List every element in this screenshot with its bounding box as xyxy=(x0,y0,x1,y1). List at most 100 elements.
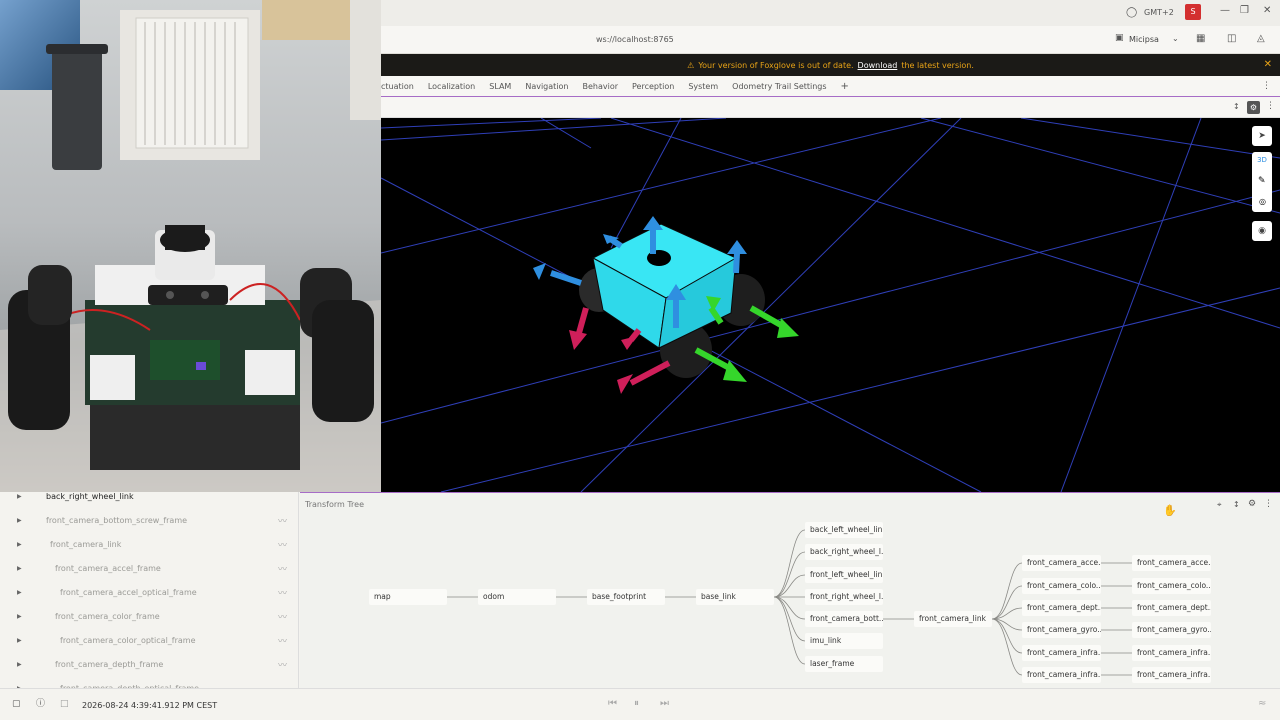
tf-node-camera-grandchild[interactable]: front_camera_acce... xyxy=(1132,555,1211,571)
right-sidebar-toggle-icon[interactable]: ◬ xyxy=(1257,34,1265,44)
3d-panel-header: ↕ ⚙ ⋮ xyxy=(381,97,1280,118)
data-source-icon[interactable]: ▢ xyxy=(12,700,21,709)
tf-node-front-right-wheel[interactable]: front_right_wheel_l... xyxy=(805,589,883,605)
list-item[interactable]: ▶ front_camera_accel_frame 〰 xyxy=(0,556,298,580)
add-tab-icon[interactable]: + xyxy=(834,81,856,92)
panel-menu-icon[interactable]: ⋮ xyxy=(1266,102,1275,111)
tab-localization[interactable]: Localization xyxy=(421,82,482,91)
pause-icon[interactable]: ⏸ xyxy=(634,699,639,709)
frame-name: front_camera_accel_optical_frame xyxy=(60,587,197,597)
list-item[interactable]: ▶ front_camera_accel_optical_frame 〰 xyxy=(0,580,298,604)
connection-url[interactable]: ws://localhost:8765 xyxy=(596,35,674,44)
tf-node-back-right-wheel[interactable]: back_right_wheel_l... xyxy=(805,544,883,560)
tf-node-camera-child[interactable]: front_camera_gyro... xyxy=(1022,622,1101,638)
tf-node-front-camera-bottom[interactable]: front_camera_bott... xyxy=(805,611,883,627)
expand-arrow-icon[interactable]: ▶ xyxy=(17,613,22,620)
tf-node-base-footprint[interactable]: base_footprint xyxy=(587,589,665,605)
download-link[interactable]: Download xyxy=(858,61,898,70)
maximize-icon[interactable]: ❐ xyxy=(1240,6,1249,16)
tf-node-camera-grandchild[interactable]: front_camera_colo... xyxy=(1132,578,1211,594)
frame-name: front_camera_link xyxy=(50,539,122,549)
expand-arrow-icon[interactable]: ▶ xyxy=(17,541,22,548)
tab-menu-icon[interactable]: ⋮ xyxy=(1262,81,1271,91)
tab-odometry-trail-settings[interactable]: Odometry Trail Settings xyxy=(725,82,833,91)
recenter-icon[interactable]: ◉ xyxy=(1252,221,1272,241)
speed-icon[interactable]: ≈ xyxy=(1258,699,1266,709)
frame-name: front_camera_color_optical_frame xyxy=(60,635,196,645)
expand-arrow-icon[interactable]: ▶ xyxy=(17,589,22,596)
seek-forward-icon[interactable]: ⏭ xyxy=(660,699,669,709)
fullscreen-icon[interactable]: ↕ xyxy=(1233,103,1240,111)
tf-node-imu-link[interactable]: imu_link xyxy=(805,633,883,649)
seek-backward-icon[interactable]: ⏮ xyxy=(608,699,617,709)
3d-scene-viewport[interactable]: ➤ 3D ✎ ◎ ◉ xyxy=(381,118,1280,492)
frame-name: back_right_wheel_link xyxy=(46,492,134,501)
transform-tree-panel: Transform Tree ✋ ⌖ ↕ ⚙ ⋮ map odom base_f… xyxy=(300,492,1280,688)
panel-settings-icon[interactable]: ⚙ xyxy=(1247,101,1260,114)
expand-arrow-icon[interactable]: ▶ xyxy=(17,517,22,524)
tf-node-camera-child[interactable]: front_camera_dept... xyxy=(1022,600,1101,616)
publish-point-icon[interactable]: ◎ xyxy=(1259,197,1266,206)
list-item[interactable]: ▶ back_right_wheel_link xyxy=(0,492,298,508)
info-icon[interactable]: ⓘ xyxy=(36,700,45,709)
wave-icon: 〰 xyxy=(277,516,287,527)
layout-tabs: ctuation Localization SLAM Navigation Be… xyxy=(381,76,1280,97)
list-item[interactable]: ▶ front_camera_color_optical_frame 〰 xyxy=(0,628,298,652)
minimize-icon[interactable]: — xyxy=(1220,6,1230,16)
tf-node-camera-grandchild[interactable]: front_camera_gyro... xyxy=(1132,622,1211,638)
frame-name: front_camera_color_frame xyxy=(55,611,160,621)
tf-node-camera-child[interactable]: front_camera_infra... xyxy=(1022,645,1101,661)
tf-node-camera-grandchild[interactable]: front_camera_infra... xyxy=(1132,667,1211,683)
expand-arrow-icon[interactable]: ▶ xyxy=(17,565,22,572)
robot-photo xyxy=(0,0,381,492)
banner-close-icon[interactable]: ✕ xyxy=(1264,59,1272,70)
list-item[interactable]: ▶ front_camera_link 〰 xyxy=(0,532,298,556)
tf-node-camera-child[interactable]: front_camera_acce... xyxy=(1022,555,1101,571)
banner-suffix: the latest version. xyxy=(901,60,974,70)
playback-timestamp: 2026-08-24 4:39:41.912 PM CEST xyxy=(82,701,218,710)
list-item[interactable]: ▶ front_camera_bottom_screw_frame 〰 xyxy=(0,508,298,532)
tab-slam[interactable]: SLAM xyxy=(482,82,518,91)
globe-icon[interactable]: ◯ xyxy=(1126,8,1137,18)
tf-node-camera-grandchild[interactable]: front_camera_infra... xyxy=(1132,645,1211,661)
tf-node-laser-frame[interactable]: laser_frame xyxy=(805,656,883,672)
tab-behavior[interactable]: Behavior xyxy=(575,82,625,91)
app-settings-icon[interactable]: ▦ xyxy=(1196,34,1205,44)
profile-name[interactable]: Micipsa xyxy=(1129,35,1159,44)
layout-icon[interactable]: ▣ xyxy=(1115,34,1124,43)
frame-name: front_camera_depth_frame xyxy=(55,659,164,669)
ruler-icon[interactable]: ✎ xyxy=(1258,176,1266,186)
close-icon[interactable]: ✕ xyxy=(1263,6,1271,16)
expand-arrow-icon[interactable]: ▶ xyxy=(17,637,22,644)
tab-system[interactable]: System xyxy=(681,82,725,91)
expand-arrow-icon[interactable]: ▶ xyxy=(17,661,22,668)
tf-node-camera-child[interactable]: front_camera_colo... xyxy=(1022,578,1101,594)
tf-node-odom[interactable]: odom xyxy=(478,589,556,605)
wave-icon: 〰 xyxy=(277,636,287,647)
frame-list-panel: ▶ back_right_wheel_link ▶ front_camera_b… xyxy=(0,492,299,688)
list-item[interactable]: ▶ front_camera_depth_frame 〰 xyxy=(0,652,298,676)
user-avatar[interactable]: S xyxy=(1185,4,1201,20)
tf-node-map[interactable]: map xyxy=(369,589,447,605)
tf-node-back-left-wheel[interactable]: back_left_wheel_link xyxy=(805,522,883,538)
tf-node-front-left-wheel[interactable]: front_left_wheel_link xyxy=(805,567,883,583)
select-tool-icon[interactable]: ➤ xyxy=(1252,126,1272,146)
wave-icon: 〰 xyxy=(277,660,287,671)
list-item[interactable]: ▶ front_camera_depth_optical_frame xyxy=(0,676,298,689)
chevron-down-icon[interactable]: ⌄ xyxy=(1172,35,1179,43)
tab-navigation[interactable]: Navigation xyxy=(518,82,575,91)
frame-name: front_camera_accel_frame xyxy=(55,563,161,573)
tf-node-base-link[interactable]: base_link xyxy=(696,589,774,605)
expand-arrow-icon[interactable]: ▶ xyxy=(17,493,22,500)
tf-node-camera-grandchild[interactable]: front_camera_dept... xyxy=(1132,600,1211,616)
timezone-label[interactable]: GMT+2 xyxy=(1144,8,1174,17)
tab-perception[interactable]: Perception xyxy=(625,82,681,91)
loop-icon[interactable]: □ xyxy=(60,700,69,709)
tf-node-front-camera-link[interactable]: front_camera_link xyxy=(914,611,992,627)
scene-canvas xyxy=(381,118,1280,492)
left-sidebar-toggle-icon[interactable]: ◫ xyxy=(1227,34,1236,44)
tab-actuation[interactable]: ctuation xyxy=(381,82,421,91)
wave-icon: 〰 xyxy=(277,588,287,599)
tf-node-camera-child[interactable]: front_camera_infra... xyxy=(1022,667,1101,683)
list-item[interactable]: ▶ front_camera_color_frame 〰 xyxy=(0,604,298,628)
